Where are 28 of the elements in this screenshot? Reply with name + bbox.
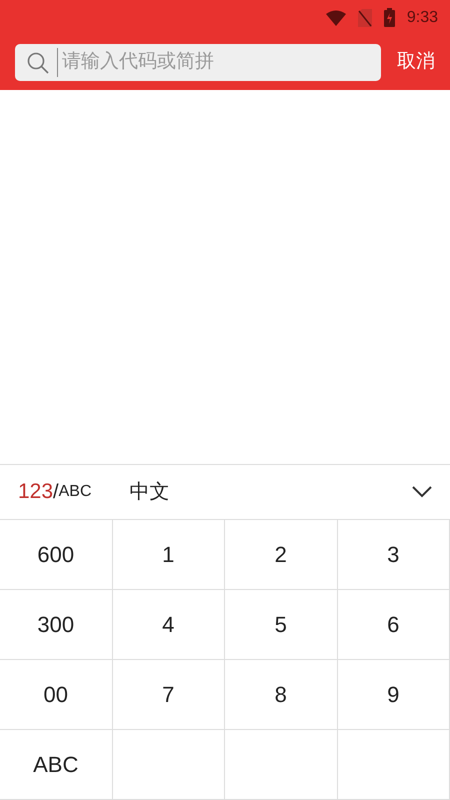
keypad-key[interactable]: 4 [112, 590, 225, 660]
keypad-key[interactable]: 300 [0, 590, 112, 660]
keypad-key[interactable]: 8 [225, 660, 338, 730]
keypad-key[interactable]: 1 [112, 520, 225, 590]
language-tab[interactable]: 中文 [130, 477, 170, 507]
keypad-key[interactable]: 7 [112, 660, 225, 730]
no-sim-icon [358, 8, 372, 26]
search-field[interactable]: 请输入代码或简拼 [15, 44, 381, 81]
cancel-button[interactable]: 取消 [397, 48, 435, 77]
keypad-key[interactable]: ABC [0, 730, 112, 800]
keypad-key[interactable]: 600 [0, 520, 112, 590]
status-time: 9:33 [406, 8, 438, 28]
search-icon [27, 52, 49, 74]
keypad-key[interactable]: 2 [225, 520, 338, 590]
keypad-key[interactable]: 9 [338, 660, 450, 730]
keypad-key[interactable] [112, 730, 225, 800]
collapse-chevron-icon[interactable] [412, 486, 432, 498]
mode-tab[interactable]: ABC [58, 480, 92, 504]
mode-separator: / [53, 480, 59, 505]
mode-tab[interactable]: 123 [18, 476, 54, 508]
keypad-key[interactable]: 6 [338, 590, 450, 660]
keypad-key[interactable]: 00 [0, 660, 112, 730]
keypad-key[interactable]: 3 [338, 520, 450, 590]
battery-icon [384, 8, 395, 27]
keypad-key[interactable] [225, 730, 338, 800]
keypad-key[interactable]: 5 [225, 590, 338, 660]
keypad-key[interactable] [338, 730, 450, 800]
wifi-icon [326, 10, 346, 26]
